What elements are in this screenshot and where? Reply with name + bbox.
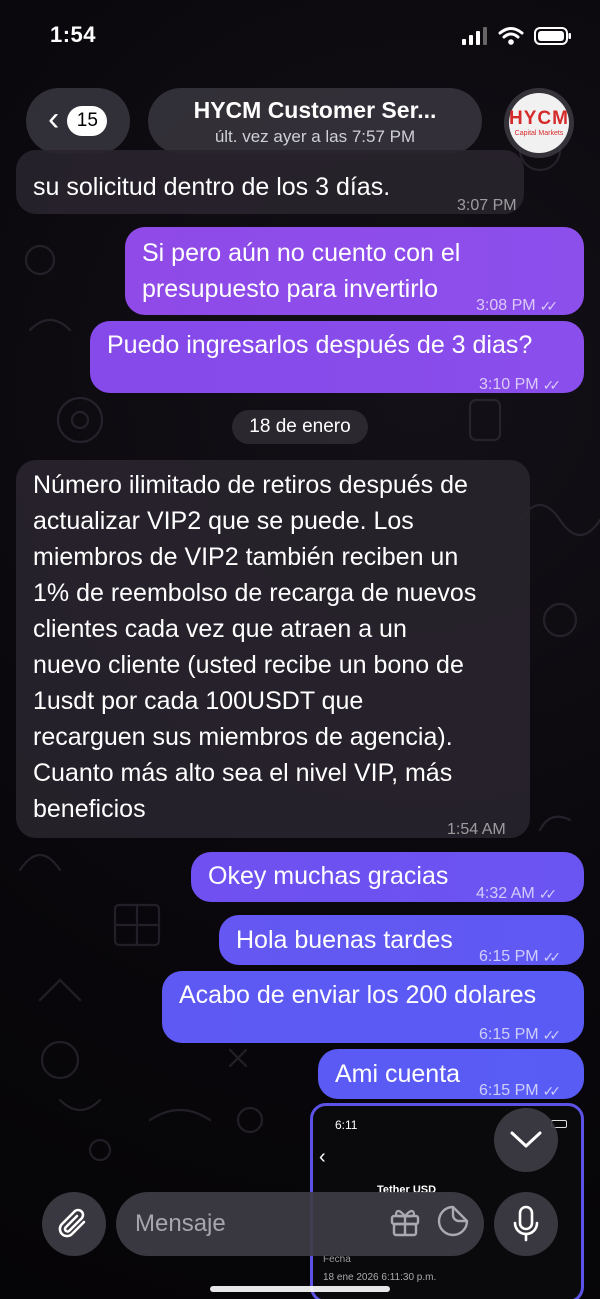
attachment-back-icon: ‹ [319,1146,326,1168]
cellular-signal-icon [462,27,487,45]
sticker-icon[interactable] [436,1204,470,1238]
message-text-line: Si pero aún no cuento con el [142,239,461,267]
status-bar: 1:54 [0,0,600,74]
message-outgoing[interactable]: Ami cuenta 6:15 PM ✓✓ [318,1049,584,1099]
message-text-line: clientes cada vez que atraen a un [33,615,407,643]
chat-title: HYCM Customer Ser... [193,97,437,123]
message-text-line: 1usdt por cada 100USDT que [33,687,364,715]
message-time: 3:10 PM ✓✓ [479,367,562,403]
message-text: Hola buenas tardes [236,926,453,954]
message-outgoing[interactable]: Si pero aún no cuento con el presupuesto… [125,227,584,315]
message-text-line: 1% de reembolso de recarga de nuevos [33,579,477,607]
chevron-left-icon: ‹ [48,100,60,138]
microphone-button[interactable] [494,1192,558,1256]
message-text: su solicitud dentro de los 3 días. [33,173,391,201]
attach-button[interactable] [42,1192,106,1256]
message-time: 6:15 PM ✓✓ [479,939,562,975]
message-text: Ami cuenta [335,1060,461,1088]
message-text-line: miembros de VIP2 también reciben un [33,543,459,571]
composer-bar [0,1180,600,1299]
status-icons [462,26,572,46]
message-text-line: Número ilimitado de retiros después de [33,471,468,499]
message-outgoing[interactable]: Puedo ingresarlos después de 3 dias? 3:1… [90,321,584,393]
read-checks-icon: ✓✓ [542,949,562,965]
message-outgoing[interactable]: Acabo de enviar los 200 dolares 6:15 PM … [162,971,584,1043]
message-text-line: actualizar VIP2 que se puede. Los [33,507,414,535]
message-text-line: presupuesto para invertirlo [142,275,438,303]
read-checks-icon: ✓✓ [539,298,559,314]
home-indicator[interactable] [210,1286,390,1292]
avatar[interactable]: HYCM Capital Markets [504,88,574,158]
status-time: 1:54 [50,22,97,47]
paperclip-icon [58,1208,86,1238]
unread-count-badge: 15 [67,106,108,136]
message-text-line: nuevo cliente (usted recibe un bono de [33,651,464,679]
last-seen-status: últ. vez ayer a las 7:57 PM [214,127,416,146]
message-text: Puedo ingresarlos después de 3 dias? [107,331,533,359]
chat-title-button[interactable]: HYCM Customer Ser... últ. vez ayer a las… [148,88,482,154]
message-text: Okey muchas gracias [208,862,449,890]
chevron-down-icon [510,1131,542,1148]
message-input[interactable] [116,1192,484,1256]
message-text-line: beneficios [33,795,146,823]
date-separator: 18 de enero [232,410,368,444]
attachment-time: 6:11 [335,1118,358,1132]
message-incoming[interactable]: su solicitud dentro de los 3 días. 3:07 … [16,150,524,214]
avatar-logo: HYCM Capital Markets [509,93,569,153]
message-text-line: recarguen sus miembros de agencia). [33,723,453,751]
message-time: 6:15 PM ✓✓ [479,1017,562,1053]
message-time: 4:32 AM ✓✓ [476,876,558,912]
back-button[interactable]: ‹ 15 [26,88,130,154]
read-checks-icon: ✓✓ [542,1027,562,1043]
message-time: 1:54 AM [447,821,506,838]
message-time: 3:08 PM ✓✓ [476,288,559,324]
message-time: 3:07 PM [457,197,517,214]
message-text-line: Cuanto más alto sea el nivel VIP, más [33,759,453,787]
gift-icon[interactable] [388,1204,422,1238]
read-checks-icon: ✓✓ [538,886,558,902]
message-outgoing[interactable]: Okey muchas gracias 4:32 AM ✓✓ [191,852,584,902]
read-checks-icon: ✓✓ [542,377,562,393]
message-outgoing[interactable]: Hola buenas tardes 6:15 PM ✓✓ [219,915,584,965]
wifi-icon [498,27,524,45]
microphone-icon [513,1205,539,1242]
message-text: Acabo de enviar los 200 dolares [179,981,537,1009]
scroll-to-bottom-button[interactable] [494,1108,558,1172]
battery-icon [534,27,571,45]
message-incoming[interactable]: Número ilimitado de retiros después de a… [16,460,530,838]
